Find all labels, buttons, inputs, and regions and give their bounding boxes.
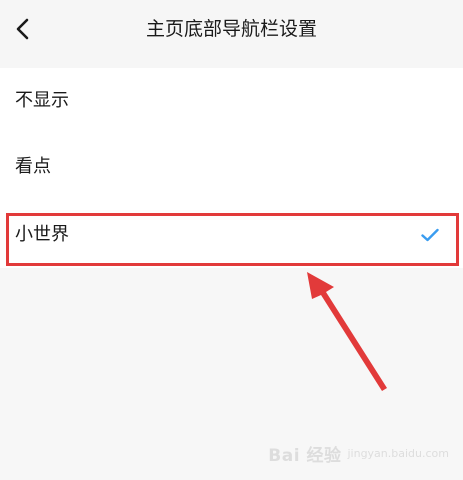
option-small-world[interactable]: 小世界 — [0, 202, 463, 268]
watermark-logo: Bai 经验 — [268, 446, 342, 466]
option-label: 小世界 — [15, 224, 69, 245]
watermark: Bai 经验 jingyan.baidu.com — [268, 441, 449, 466]
option-label: 不显示 — [15, 90, 69, 111]
check-icon — [421, 228, 439, 242]
watermark-url: jingyan.baidu.com — [347, 446, 449, 460]
nav-header: 主页底部导航栏设置 — [0, 0, 463, 68]
option-list: 不显示 看点 小世界 — [0, 68, 463, 268]
option-hide[interactable]: 不显示 — [0, 68, 463, 134]
page-title: 主页底部导航栏设置 — [145, 18, 317, 40]
option-kandian[interactable]: 看点 — [0, 134, 463, 200]
option-label: 看点 — [15, 156, 51, 177]
